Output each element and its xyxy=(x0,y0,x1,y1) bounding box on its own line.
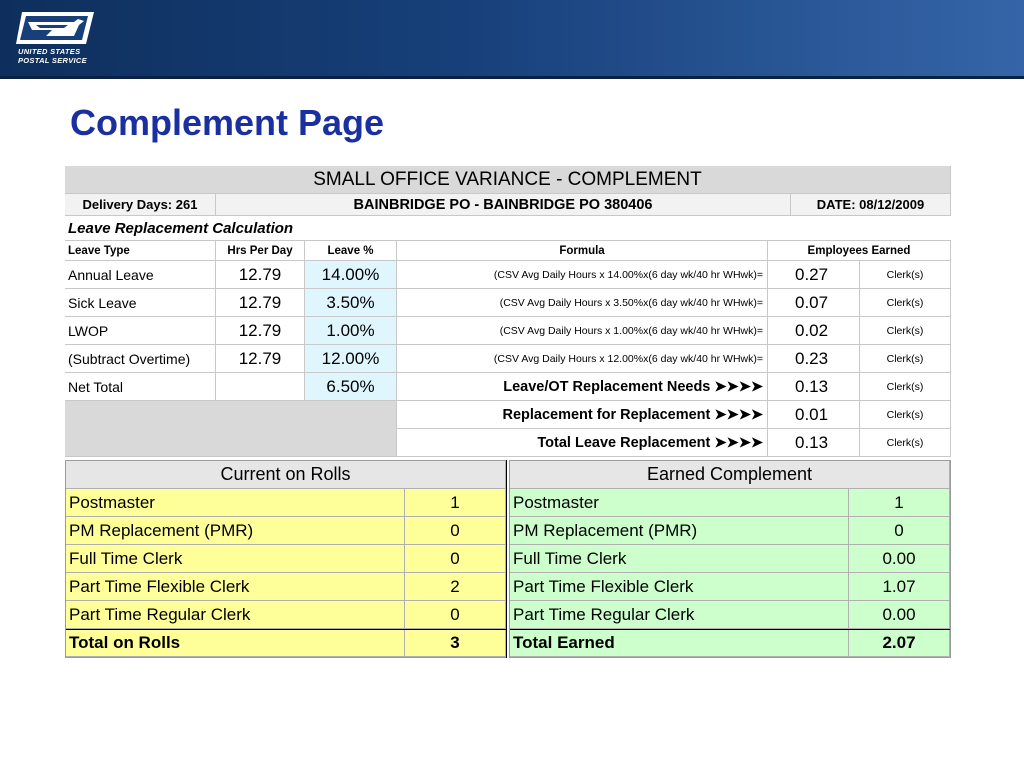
earned-complement-title: Earned Complement xyxy=(510,461,950,489)
leave-type: Annual Leave xyxy=(65,261,216,289)
col-leave-pct: Leave % xyxy=(305,241,397,261)
hrs-per-day: 12.79 xyxy=(216,289,305,317)
formula: (CSV Avg Daily Hours x 1.00%x(6 day wk/4… xyxy=(397,317,768,345)
total-on-rolls-label: Total on Rolls xyxy=(66,630,405,657)
section-title: Leave Replacement Calculation xyxy=(65,216,951,241)
report-date: DATE: 08/12/2009 xyxy=(791,194,951,216)
sheet-title: SMALL OFFICE VARIANCE - COMPLEMENT xyxy=(65,166,951,194)
col-employees-earned: Employees Earned xyxy=(768,241,951,261)
employees-earned: 0.07 xyxy=(768,289,860,317)
total-earned-value: 2.07 xyxy=(849,630,950,657)
employees-earned: 0.13 xyxy=(768,373,860,401)
table-row: Postmaster 1 xyxy=(66,489,506,517)
position-count: 0 xyxy=(405,601,506,629)
col-formula: Formula xyxy=(397,241,768,261)
total-row: Total Earned 2.07 xyxy=(510,629,950,657)
replacement-needs-label: Leave/OT Replacement Needs ➤➤➤➤ xyxy=(397,373,768,401)
hrs-per-day: 12.79 xyxy=(216,317,305,345)
current-on-rolls-table: Current on Rolls Postmaster 1 PM Replace… xyxy=(65,460,507,658)
position-label: Full Time Clerk xyxy=(66,545,405,573)
formula: (CSV Avg Daily Hours x 14.00%x(6 day wk/… xyxy=(397,261,768,289)
unit-label: Clerk(s) xyxy=(860,429,951,457)
logo-text: UNITED STATES POSTAL SERVICE xyxy=(18,47,87,65)
position-label: Full Time Clerk xyxy=(510,545,849,573)
col-hrs-per-day: Hrs Per Day xyxy=(216,241,305,261)
table-row: Part Time Regular Clerk 0 xyxy=(66,601,506,629)
position-earned: 1 xyxy=(849,489,950,517)
leave-pct: 12.00% xyxy=(305,345,397,373)
table-row: Part Time Flexible Clerk 1.07 xyxy=(510,573,950,601)
leave-pct: 1.00% xyxy=(305,317,397,345)
position-label: Part Time Regular Clerk xyxy=(510,601,849,629)
table-row: PM Replacement (PMR) 0 xyxy=(66,517,506,545)
logo-text-line2: POSTAL SERVICE xyxy=(18,56,87,65)
replacement-for-replacement-label: Replacement for Replacement ➤➤➤➤ xyxy=(397,401,768,429)
current-on-rolls-title: Current on Rolls xyxy=(66,461,506,489)
leave-type: Sick Leave xyxy=(65,289,216,317)
total-earned-label: Total Earned xyxy=(510,630,849,657)
delivery-days: Delivery Days: 261 xyxy=(65,194,216,216)
leave-pct: 3.50% xyxy=(305,289,397,317)
unit-label: Clerk(s) xyxy=(860,401,951,429)
page-title: Complement Page xyxy=(70,102,385,143)
blank-gray-area xyxy=(65,401,397,457)
position-earned: 0.00 xyxy=(849,545,950,573)
total-leave-replacement-label: Total Leave Replacement ➤➤➤➤ xyxy=(397,429,768,457)
table-row: Full Time Clerk 0.00 xyxy=(510,545,950,573)
logo-text-line1: UNITED STATES xyxy=(18,47,81,56)
employees-earned: 0.13 xyxy=(768,429,860,457)
leave-type: (Subtract Overtime) xyxy=(65,345,216,373)
formula: (CSV Avg Daily Hours x 3.50%x(6 day wk/4… xyxy=(397,289,768,317)
position-count: 0 xyxy=(405,545,506,573)
unit-label: Clerk(s) xyxy=(860,317,951,345)
table-row: Full Time Clerk 0 xyxy=(66,545,506,573)
employees-earned: 0.01 xyxy=(768,401,860,429)
total-on-rolls-value: 3 xyxy=(405,630,506,657)
header-bar: UNITED STATES POSTAL SERVICE xyxy=(0,0,1024,76)
position-label: Part Time Regular Clerk xyxy=(66,601,405,629)
employees-earned: 0.23 xyxy=(768,345,860,373)
position-earned: 0.00 xyxy=(849,601,950,629)
leave-pct: 14.00% xyxy=(305,261,397,289)
hrs-per-day: 12.79 xyxy=(216,261,305,289)
empty-cell xyxy=(216,373,305,401)
hrs-per-day: 12.79 xyxy=(216,345,305,373)
position-label: PM Replacement (PMR) xyxy=(66,517,405,545)
leave-type: LWOP xyxy=(65,317,216,345)
position-count: 0 xyxy=(405,517,506,545)
earned-complement-table: Earned Complement Postmaster 1 PM Replac… xyxy=(509,460,951,658)
employees-earned: 0.02 xyxy=(768,317,860,345)
leave-replacement-sheet: SMALL OFFICE VARIANCE - COMPLEMENT Deliv… xyxy=(65,166,951,458)
unit-label: Clerk(s) xyxy=(860,373,951,401)
col-leave-type: Leave Type xyxy=(65,241,216,261)
position-count: 2 xyxy=(405,573,506,601)
position-earned: 1.07 xyxy=(849,573,950,601)
table-row: Postmaster 1 xyxy=(510,489,950,517)
unit-label: Clerk(s) xyxy=(860,261,951,289)
table-row: PM Replacement (PMR) 0 xyxy=(510,517,950,545)
formula: (CSV Avg Daily Hours x 12.00%x(6 day wk/… xyxy=(397,345,768,373)
position-count: 1 xyxy=(405,489,506,517)
office-name: BAINBRIDGE PO - BAINBRIDGE PO 380406 xyxy=(216,194,791,216)
net-total-pct: 6.50% xyxy=(305,373,397,401)
position-label: Part Time Flexible Clerk xyxy=(510,573,849,601)
net-total-label: Net Total xyxy=(65,373,216,401)
position-label: Postmaster xyxy=(66,489,405,517)
total-row: Total on Rolls 3 xyxy=(66,629,506,657)
position-label: Postmaster xyxy=(510,489,849,517)
header-divider xyxy=(0,76,1024,79)
position-label: PM Replacement (PMR) xyxy=(510,517,849,545)
position-label: Part Time Flexible Clerk xyxy=(66,573,405,601)
table-row: Part Time Flexible Clerk 2 xyxy=(66,573,506,601)
unit-label: Clerk(s) xyxy=(860,345,951,373)
employees-earned: 0.27 xyxy=(768,261,860,289)
unit-label: Clerk(s) xyxy=(860,289,951,317)
position-earned: 0 xyxy=(849,517,950,545)
table-row: Part Time Regular Clerk 0.00 xyxy=(510,601,950,629)
